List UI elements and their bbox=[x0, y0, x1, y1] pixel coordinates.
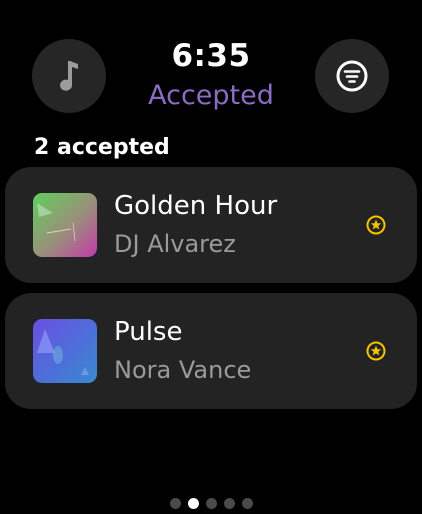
filter-list-icon bbox=[336, 60, 368, 92]
track-card[interactable]: Pulse Nora Vance bbox=[5, 293, 417, 409]
track-artist: DJ Alvarez bbox=[114, 230, 236, 258]
page-dot bbox=[169, 498, 181, 509]
star-icon[interactable] bbox=[366, 215, 386, 235]
accepted-count: 2 accepted bbox=[34, 135, 170, 160]
album-art bbox=[33, 193, 97, 257]
page-indicator[interactable] bbox=[0, 498, 422, 509]
watch-screen: 6:35 Accepted 2 accepted Golden Hour DJ … bbox=[0, 0, 422, 514]
page-dot bbox=[223, 498, 235, 509]
track-title: Golden Hour bbox=[114, 191, 278, 221]
track-title: Pulse bbox=[114, 317, 183, 347]
star-icon[interactable] bbox=[366, 341, 386, 361]
page-dot-active bbox=[187, 498, 199, 509]
track-artist: Nora Vance bbox=[114, 356, 252, 384]
filter-button[interactable] bbox=[315, 39, 389, 113]
album-art bbox=[33, 319, 97, 383]
page-dot bbox=[205, 498, 217, 509]
track-card[interactable]: Golden Hour DJ Alvarez bbox=[5, 167, 417, 283]
page-dot bbox=[241, 498, 253, 509]
